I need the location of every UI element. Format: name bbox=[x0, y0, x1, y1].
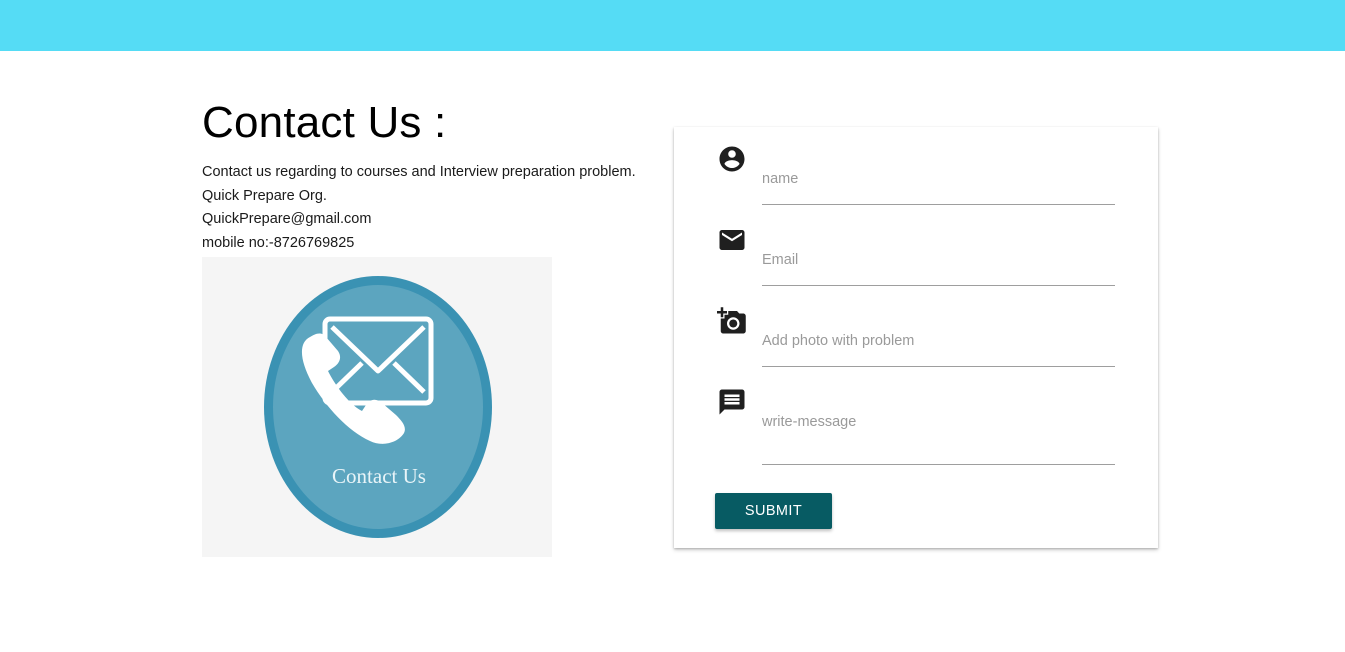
submit-button[interactable]: SUBMIT bbox=[715, 493, 832, 529]
contact-email: QuickPrepare@gmail.com bbox=[202, 211, 372, 227]
message-textarea[interactable] bbox=[762, 397, 1115, 465]
image-caption: Contact Us bbox=[332, 464, 426, 488]
contact-us-image: Contact Us bbox=[202, 257, 552, 557]
contact-details: Contact us regarding to courses and Inte… bbox=[202, 161, 672, 255]
email-icon bbox=[719, 230, 745, 250]
message-icon bbox=[719, 389, 745, 415]
contact-info-section: Contact Us : Contact us regarding to cou… bbox=[202, 96, 672, 255]
account-circle-icon bbox=[719, 146, 745, 172]
name-input[interactable] bbox=[762, 154, 1115, 205]
add-a-photo-icon bbox=[717, 307, 746, 334]
contact-form-card: SUBMIT bbox=[674, 127, 1158, 548]
top-app-bar bbox=[0, 0, 1345, 51]
organization-name: Quick Prepare Org. bbox=[202, 187, 327, 204]
email-input[interactable] bbox=[762, 235, 1115, 286]
contact-description: Contact us regarding to courses and Inte… bbox=[202, 164, 636, 180]
photo-input[interactable] bbox=[762, 316, 1115, 367]
contact-mobile: mobile no:-8726769825 bbox=[202, 234, 355, 251]
contact-badge-graphic: Contact Us bbox=[264, 276, 492, 538]
page-title: Contact Us : bbox=[202, 98, 447, 147]
